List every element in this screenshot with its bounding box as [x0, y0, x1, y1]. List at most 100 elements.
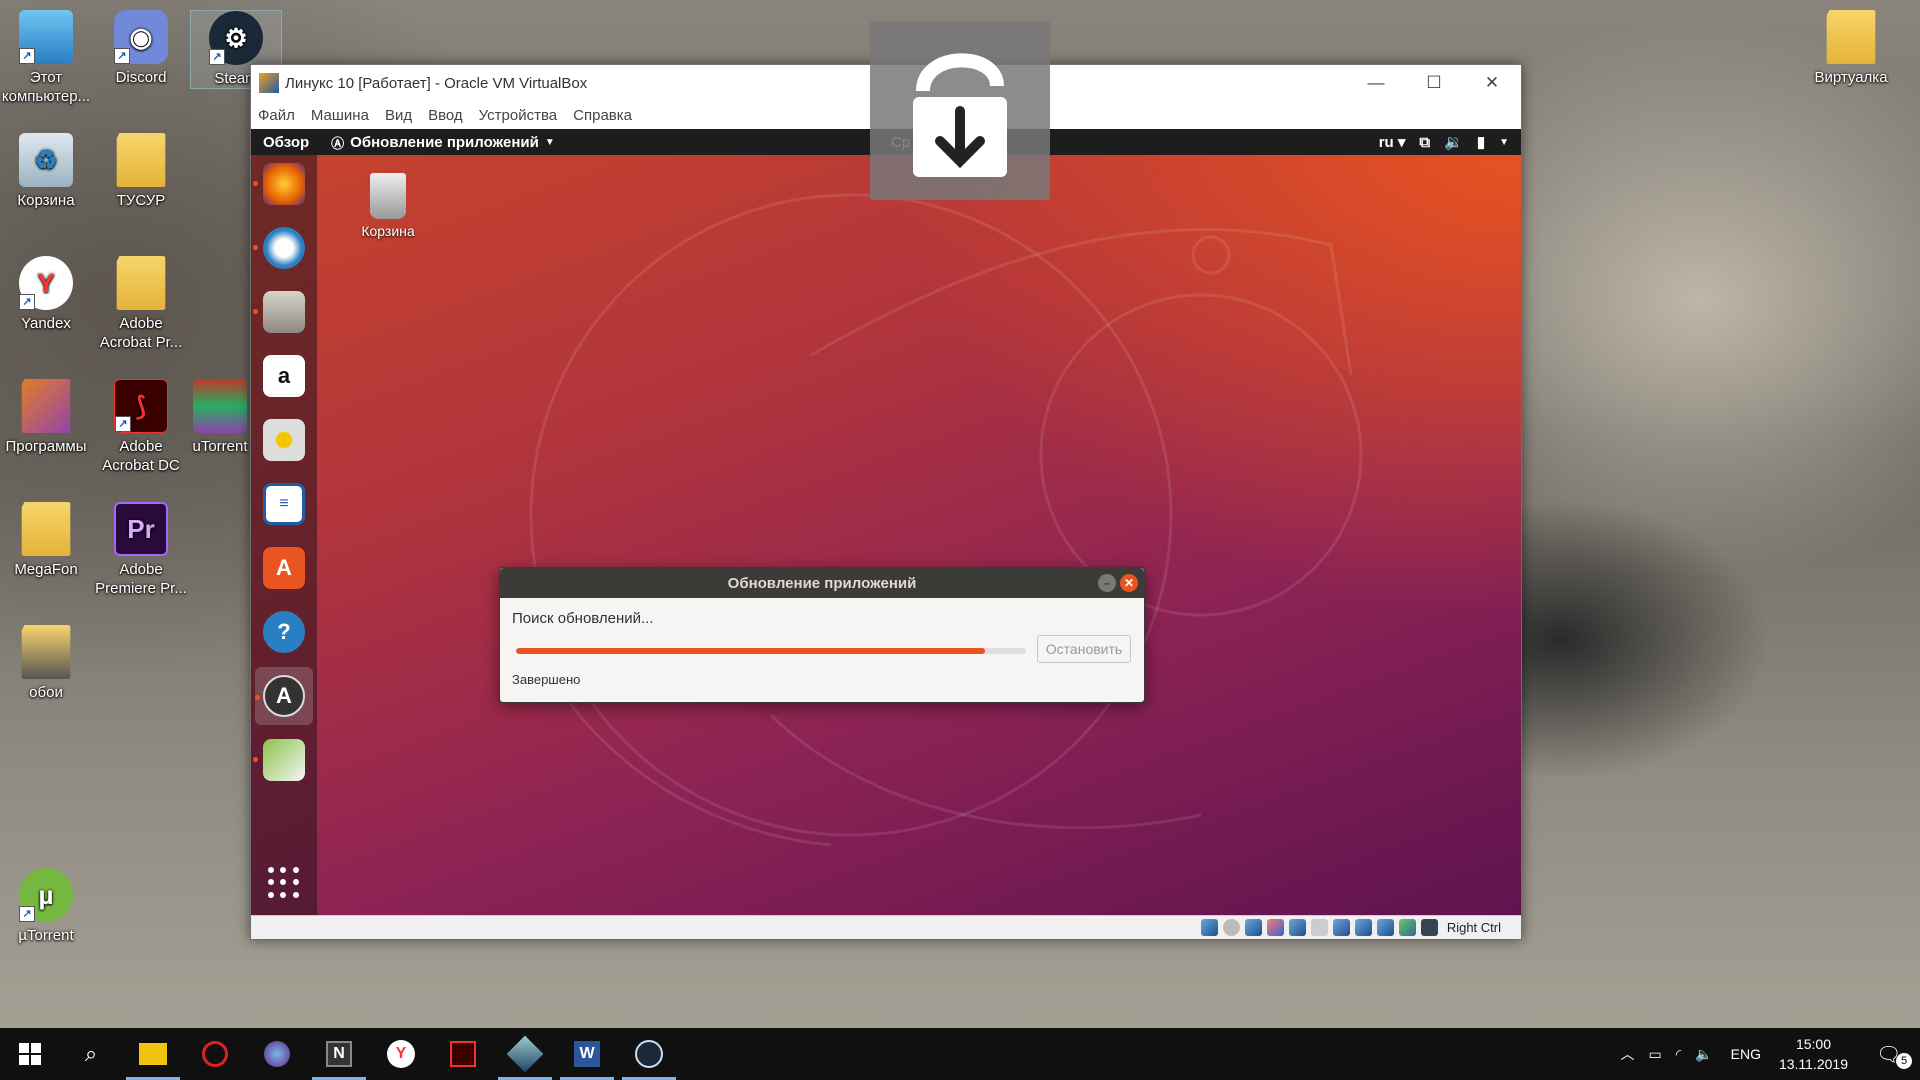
app-menu-label: Обновление приложений	[350, 133, 539, 151]
guest-screen[interactable]: Обзор Ⓐ Обновление приложений ▼ Ср ru ▾ …	[251, 129, 1521, 917]
virtualbox-taskbar-icon[interactable]	[494, 1028, 556, 1080]
video-capture-icon[interactable]	[1354, 919, 1372, 936]
battery-tray-icon[interactable]: ▭	[1649, 1046, 1662, 1063]
activities-button[interactable]: Обзор	[263, 134, 309, 151]
dialog-message: Поиск обновлений...	[512, 610, 654, 627]
winrar-icon	[193, 379, 247, 433]
thunderbird-icon[interactable]	[253, 227, 305, 269]
usb-icon[interactable]	[1288, 919, 1306, 936]
shared-folders-icon[interactable]	[1310, 919, 1328, 936]
desktop-icon-virtualka[interactable]: Виртуалка	[1805, 10, 1897, 87]
desktop-trash[interactable]: Корзина	[343, 173, 433, 239]
app-menu[interactable]: Ⓐ Обновление приложений ▼	[331, 133, 555, 152]
volume-tray-icon[interactable]: 🔈	[1695, 1046, 1712, 1063]
taskbar-time: 15:00	[1795, 1036, 1831, 1052]
yandex-icon: Y ↗	[19, 256, 73, 310]
stop-button[interactable]: Остановить	[1037, 635, 1131, 663]
progress-bar	[516, 648, 1026, 654]
desktop-icon-this-pc[interactable]: ↗ Этот компьютер...	[0, 10, 92, 106]
notifications-button[interactable]: 🗨 5	[1876, 1042, 1912, 1069]
desktop-icon-acrobat-dc[interactable]: ⟆ ↗ Adobe Acrobat DC	[95, 379, 187, 475]
folder-icon	[116, 133, 166, 187]
game-app-icon[interactable]	[184, 1028, 246, 1080]
desktop-icon-recycle-bin[interactable]: ♻ Корзина	[0, 133, 92, 210]
wifi-icon[interactable]: ◜	[1676, 1046, 1681, 1063]
menu-machine[interactable]: Машина	[311, 107, 369, 124]
browser-app-icon[interactable]	[246, 1028, 308, 1080]
system-menu-chevron-icon[interactable]: ▼	[1499, 137, 1509, 148]
word-icon[interactable]: W	[556, 1028, 618, 1080]
desktop-icon-tusur[interactable]: ТУСУР	[95, 133, 187, 210]
language-indicator[interactable]: ru ▾	[1379, 133, 1406, 151]
premiere-icon: Pr	[114, 502, 168, 556]
desktop-icon-wallpapers[interactable]: обои	[0, 625, 92, 702]
input-language[interactable]: ENG	[1731, 1046, 1761, 1062]
folder-icon	[21, 625, 71, 679]
close-button[interactable]: ✕	[1463, 65, 1521, 101]
update-dialog[interactable]: Обновление приложений – ✕ Поиск обновлен…	[499, 567, 1145, 703]
menu-devices[interactable]: Устройства	[479, 107, 557, 124]
amazon-icon[interactable]: a	[263, 355, 305, 397]
network-adapter-icon[interactable]	[1266, 919, 1284, 936]
show-applications-icon[interactable]	[268, 867, 300, 899]
network-icon[interactable]: ⧉	[1419, 134, 1430, 151]
cpu-icon[interactable]	[1376, 919, 1394, 936]
hdd-icon[interactable]	[1200, 919, 1218, 936]
dialog-title: Обновление приложений	[727, 574, 917, 592]
audio-icon[interactable]	[1244, 919, 1262, 936]
dialog-close-button[interactable]: ✕	[1120, 574, 1138, 592]
desktop-icon-acrobat-folder[interactable]: Adobe Acrobat Pr...	[95, 256, 187, 352]
search-icon[interactable]: ⌕	[60, 1028, 122, 1080]
acrobat-taskbar-icon[interactable]	[432, 1028, 494, 1080]
desktop-icon-utorrent[interactable]: µ ↗ µTorrent	[0, 868, 92, 945]
minimize-button[interactable]: —	[1347, 65, 1405, 101]
firefox-icon[interactable]	[253, 163, 305, 205]
steam-taskbar-icon[interactable]	[618, 1028, 680, 1080]
desktop-icon-programs[interactable]: Программы	[0, 379, 92, 456]
optical-drive-icon[interactable]	[1222, 919, 1240, 936]
show-hidden-icons-icon[interactable]: ︿	[1621, 1044, 1635, 1064]
yandex-browser-icon[interactable]: Y	[370, 1028, 432, 1080]
volume-icon[interactable]: 🔉	[1444, 133, 1463, 151]
desktop-icon-discord[interactable]: ◉ ↗ Discord	[95, 10, 187, 87]
ubuntu-dock: a ≡ A ? A	[251, 155, 317, 917]
desktop-icon-utorrent-archive[interactable]: uTorrent	[180, 379, 260, 456]
software-center-icon[interactable]: A	[263, 547, 305, 589]
recycle-bin-icon: ♻	[19, 133, 73, 187]
dialog-minimize-button[interactable]: –	[1098, 574, 1116, 592]
notion-icon[interactable]: N	[308, 1028, 370, 1080]
windows-taskbar: ⌕ N Y W ︿ ▭ ◜ 🔈 ENG 15:00 13.11.2019 🗨 5	[0, 1028, 1920, 1080]
rhythmbox-icon[interactable]	[263, 419, 305, 461]
maximize-button[interactable]: ☐	[1405, 65, 1463, 101]
files-icon[interactable]	[253, 291, 305, 333]
desktop-icon-yandex[interactable]: Y ↗ Yandex	[0, 256, 92, 333]
image-viewer-icon[interactable]	[253, 739, 305, 781]
display-icon[interactable]	[1332, 919, 1350, 936]
chevron-down-icon: ▼	[544, 136, 555, 148]
trash-icon	[370, 173, 406, 219]
system-tray: ︿ ▭ ◜ 🔈 ENG 15:00 13.11.2019 🗨 5	[1621, 1028, 1920, 1080]
vbox-mouse-capture-overlay	[870, 21, 1050, 200]
menu-input[interactable]: Ввод	[428, 107, 463, 124]
guest-additions-icon[interactable]	[1398, 919, 1416, 936]
desktop-icon-premiere[interactable]: Pr Adobe Premiere Pr...	[95, 502, 187, 598]
dialog-titlebar[interactable]: Обновление приложений – ✕	[500, 568, 1144, 598]
start-button[interactable]	[0, 1028, 60, 1080]
progress-fill	[516, 648, 986, 654]
dialog-status: Завершено	[512, 672, 581, 687]
libreoffice-writer-icon[interactable]: ≡	[263, 483, 305, 525]
mouse-integration-icon[interactable]	[1420, 919, 1438, 936]
menu-help[interactable]: Справка	[573, 107, 632, 124]
folder-icon	[1826, 10, 1876, 64]
file-explorer-icon[interactable]	[122, 1028, 184, 1080]
menu-view[interactable]: Вид	[385, 107, 412, 124]
battery-icon[interactable]: ▮	[1477, 133, 1485, 151]
folder-icon	[21, 379, 71, 433]
help-icon[interactable]: ?	[263, 611, 305, 653]
desktop-icon-megafon[interactable]: MegaFon	[0, 502, 92, 579]
discord-icon: ◉ ↗	[114, 10, 168, 64]
utorrent-icon: µ ↗	[19, 868, 73, 922]
clock-area[interactable]: 15:00 13.11.2019	[1779, 1034, 1848, 1074]
menu-file[interactable]: Файл	[258, 107, 295, 124]
software-updater-icon[interactable]: A	[255, 675, 305, 717]
